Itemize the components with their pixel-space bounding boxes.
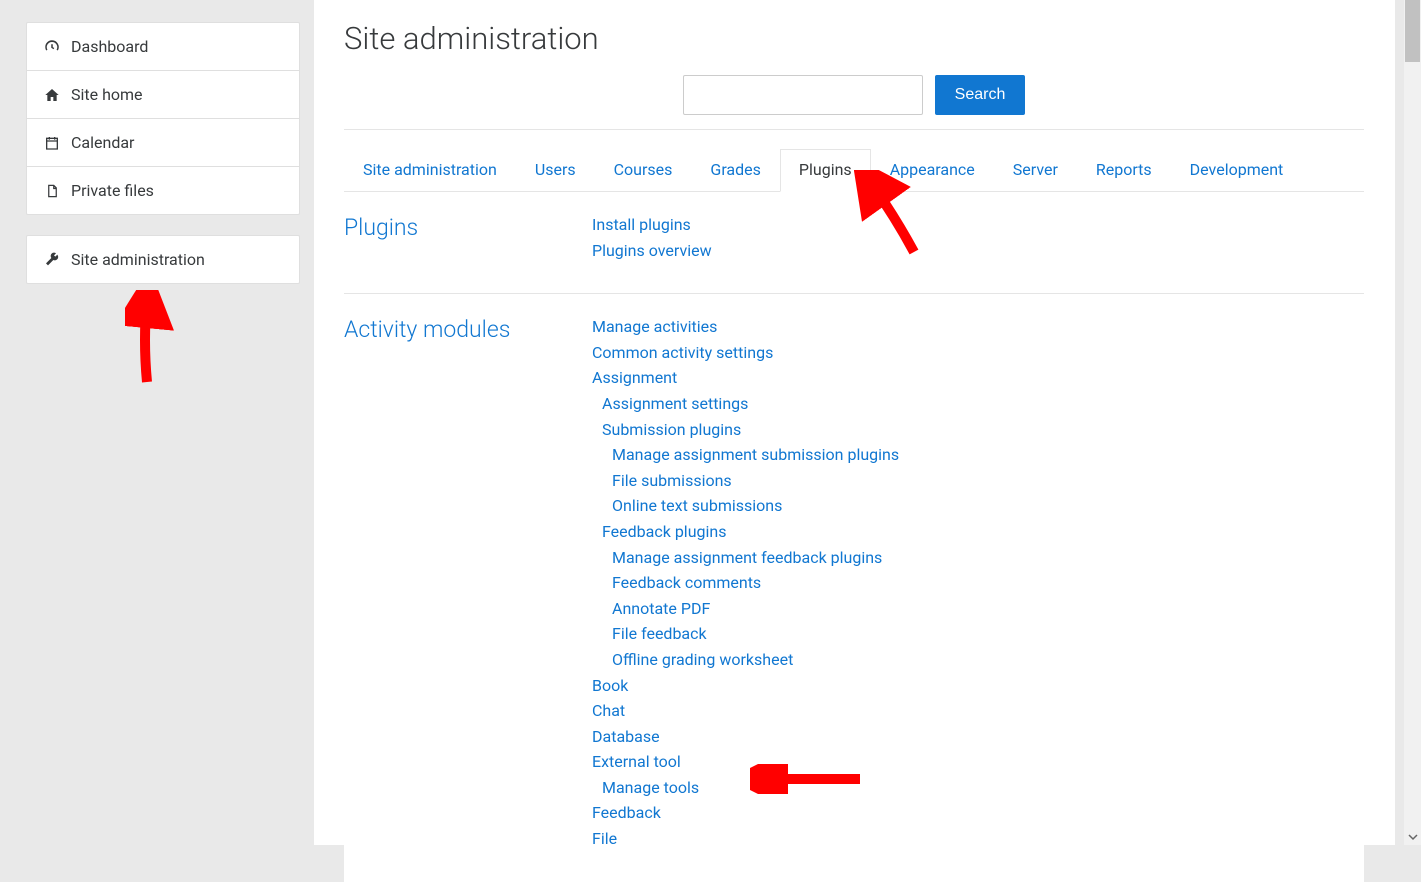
nav-item-label: Site home [71, 85, 143, 104]
nav-calendar[interactable]: Calendar [27, 119, 299, 167]
link-submission-plugins[interactable]: Submission plugins [602, 420, 741, 439]
link-annotate-pdf[interactable]: Annotate PDF [612, 599, 710, 618]
section-links: Manage activities Common activity setting… [592, 314, 1364, 851]
link-manage-activities[interactable]: Manage activities [592, 317, 717, 336]
section-title: Activity modules [344, 314, 592, 851]
nav-dashboard[interactable]: Dashboard [27, 23, 299, 71]
link-manage-assignment-feedback-plugins[interactable]: Manage assignment feedback plugins [612, 548, 882, 567]
link-plugins-overview[interactable]: Plugins overview [592, 241, 712, 260]
section-plugins: PluginsInstall plugins Plugins overview [344, 192, 1364, 294]
search-input[interactable] [683, 75, 923, 115]
tab-courses[interactable]: Courses [595, 149, 692, 192]
scrollbar-track[interactable] [1404, 0, 1421, 828]
link-database[interactable]: Database [592, 727, 660, 746]
link-file[interactable]: File [592, 829, 617, 848]
page-title: Site administration [344, 20, 1364, 57]
link-install-plugins[interactable]: Install plugins [592, 215, 691, 234]
link-assignment-settings[interactable]: Assignment settings [602, 394, 748, 413]
tab-users[interactable]: Users [516, 149, 595, 192]
section-activity-modules: Activity modulesManage activities Common … [344, 294, 1364, 881]
nav-block-admin: Site administration [26, 235, 300, 284]
scrollbar-down-icon[interactable] [1404, 828, 1421, 845]
link-assignment[interactable]: Assignment [592, 368, 677, 387]
link-feedback-comments[interactable]: Feedback comments [612, 573, 761, 592]
link-manage-assignment-submission-plugins[interactable]: Manage assignment submission plugins [612, 445, 899, 464]
section-links: Install plugins Plugins overview [592, 212, 1364, 263]
nav-site-administration[interactable]: Site administration [27, 236, 299, 283]
link-feedback-plugins[interactable]: Feedback plugins [602, 522, 726, 541]
section-title: Plugins [344, 212, 592, 263]
tab-grades[interactable]: Grades [691, 149, 779, 192]
nav-site-home[interactable]: Site home [27, 71, 299, 119]
link-book[interactable]: Book [592, 676, 628, 695]
search-row: Search [344, 75, 1364, 115]
tab-plugins[interactable]: Plugins [780, 149, 871, 192]
nav-block-main: Dashboard Site home Calendar Private files [26, 22, 300, 215]
tab-appearance[interactable]: Appearance [871, 149, 994, 192]
home-icon [41, 87, 63, 103]
file-icon [41, 183, 63, 199]
link-online-text-submissions[interactable]: Online text submissions [612, 496, 782, 515]
admin-tabs: Site administrationUsersCoursesGradesPlu… [344, 148, 1364, 192]
tab-server[interactable]: Server [994, 149, 1077, 192]
link-common-activity-settings[interactable]: Common activity settings [592, 343, 773, 362]
nav-private-files[interactable]: Private files [27, 167, 299, 214]
nav-item-label: Site administration [71, 250, 205, 269]
tab-development[interactable]: Development [1171, 149, 1303, 192]
link-file-feedback[interactable]: File feedback [612, 624, 707, 643]
main-content: Site administration Search Site administ… [314, 0, 1395, 845]
nav-item-label: Private files [71, 181, 154, 200]
sidebar: DashboardSite homeCalendarPrivate files … [0, 0, 314, 845]
divider [344, 129, 1364, 130]
link-offline-grading-worksheet[interactable]: Offline grading worksheet [612, 650, 793, 669]
scrollbar-thumb[interactable] [1405, 0, 1420, 62]
link-file-submissions[interactable]: File submissions [612, 471, 732, 490]
tab-reports[interactable]: Reports [1077, 149, 1171, 192]
link-external-tool[interactable]: External tool [592, 752, 681, 771]
nav-item-label: Calendar [71, 133, 134, 152]
tachometer-icon [41, 38, 63, 56]
link-feedback[interactable]: Feedback [592, 803, 661, 822]
link-chat[interactable]: Chat [592, 701, 625, 720]
tab-site-administration[interactable]: Site administration [344, 149, 516, 192]
link-manage-tools[interactable]: Manage tools [602, 778, 699, 797]
search-button[interactable]: Search [935, 75, 1026, 115]
calendar-icon [41, 135, 63, 151]
nav-item-label: Dashboard [71, 37, 148, 56]
wrench-icon [41, 252, 63, 268]
